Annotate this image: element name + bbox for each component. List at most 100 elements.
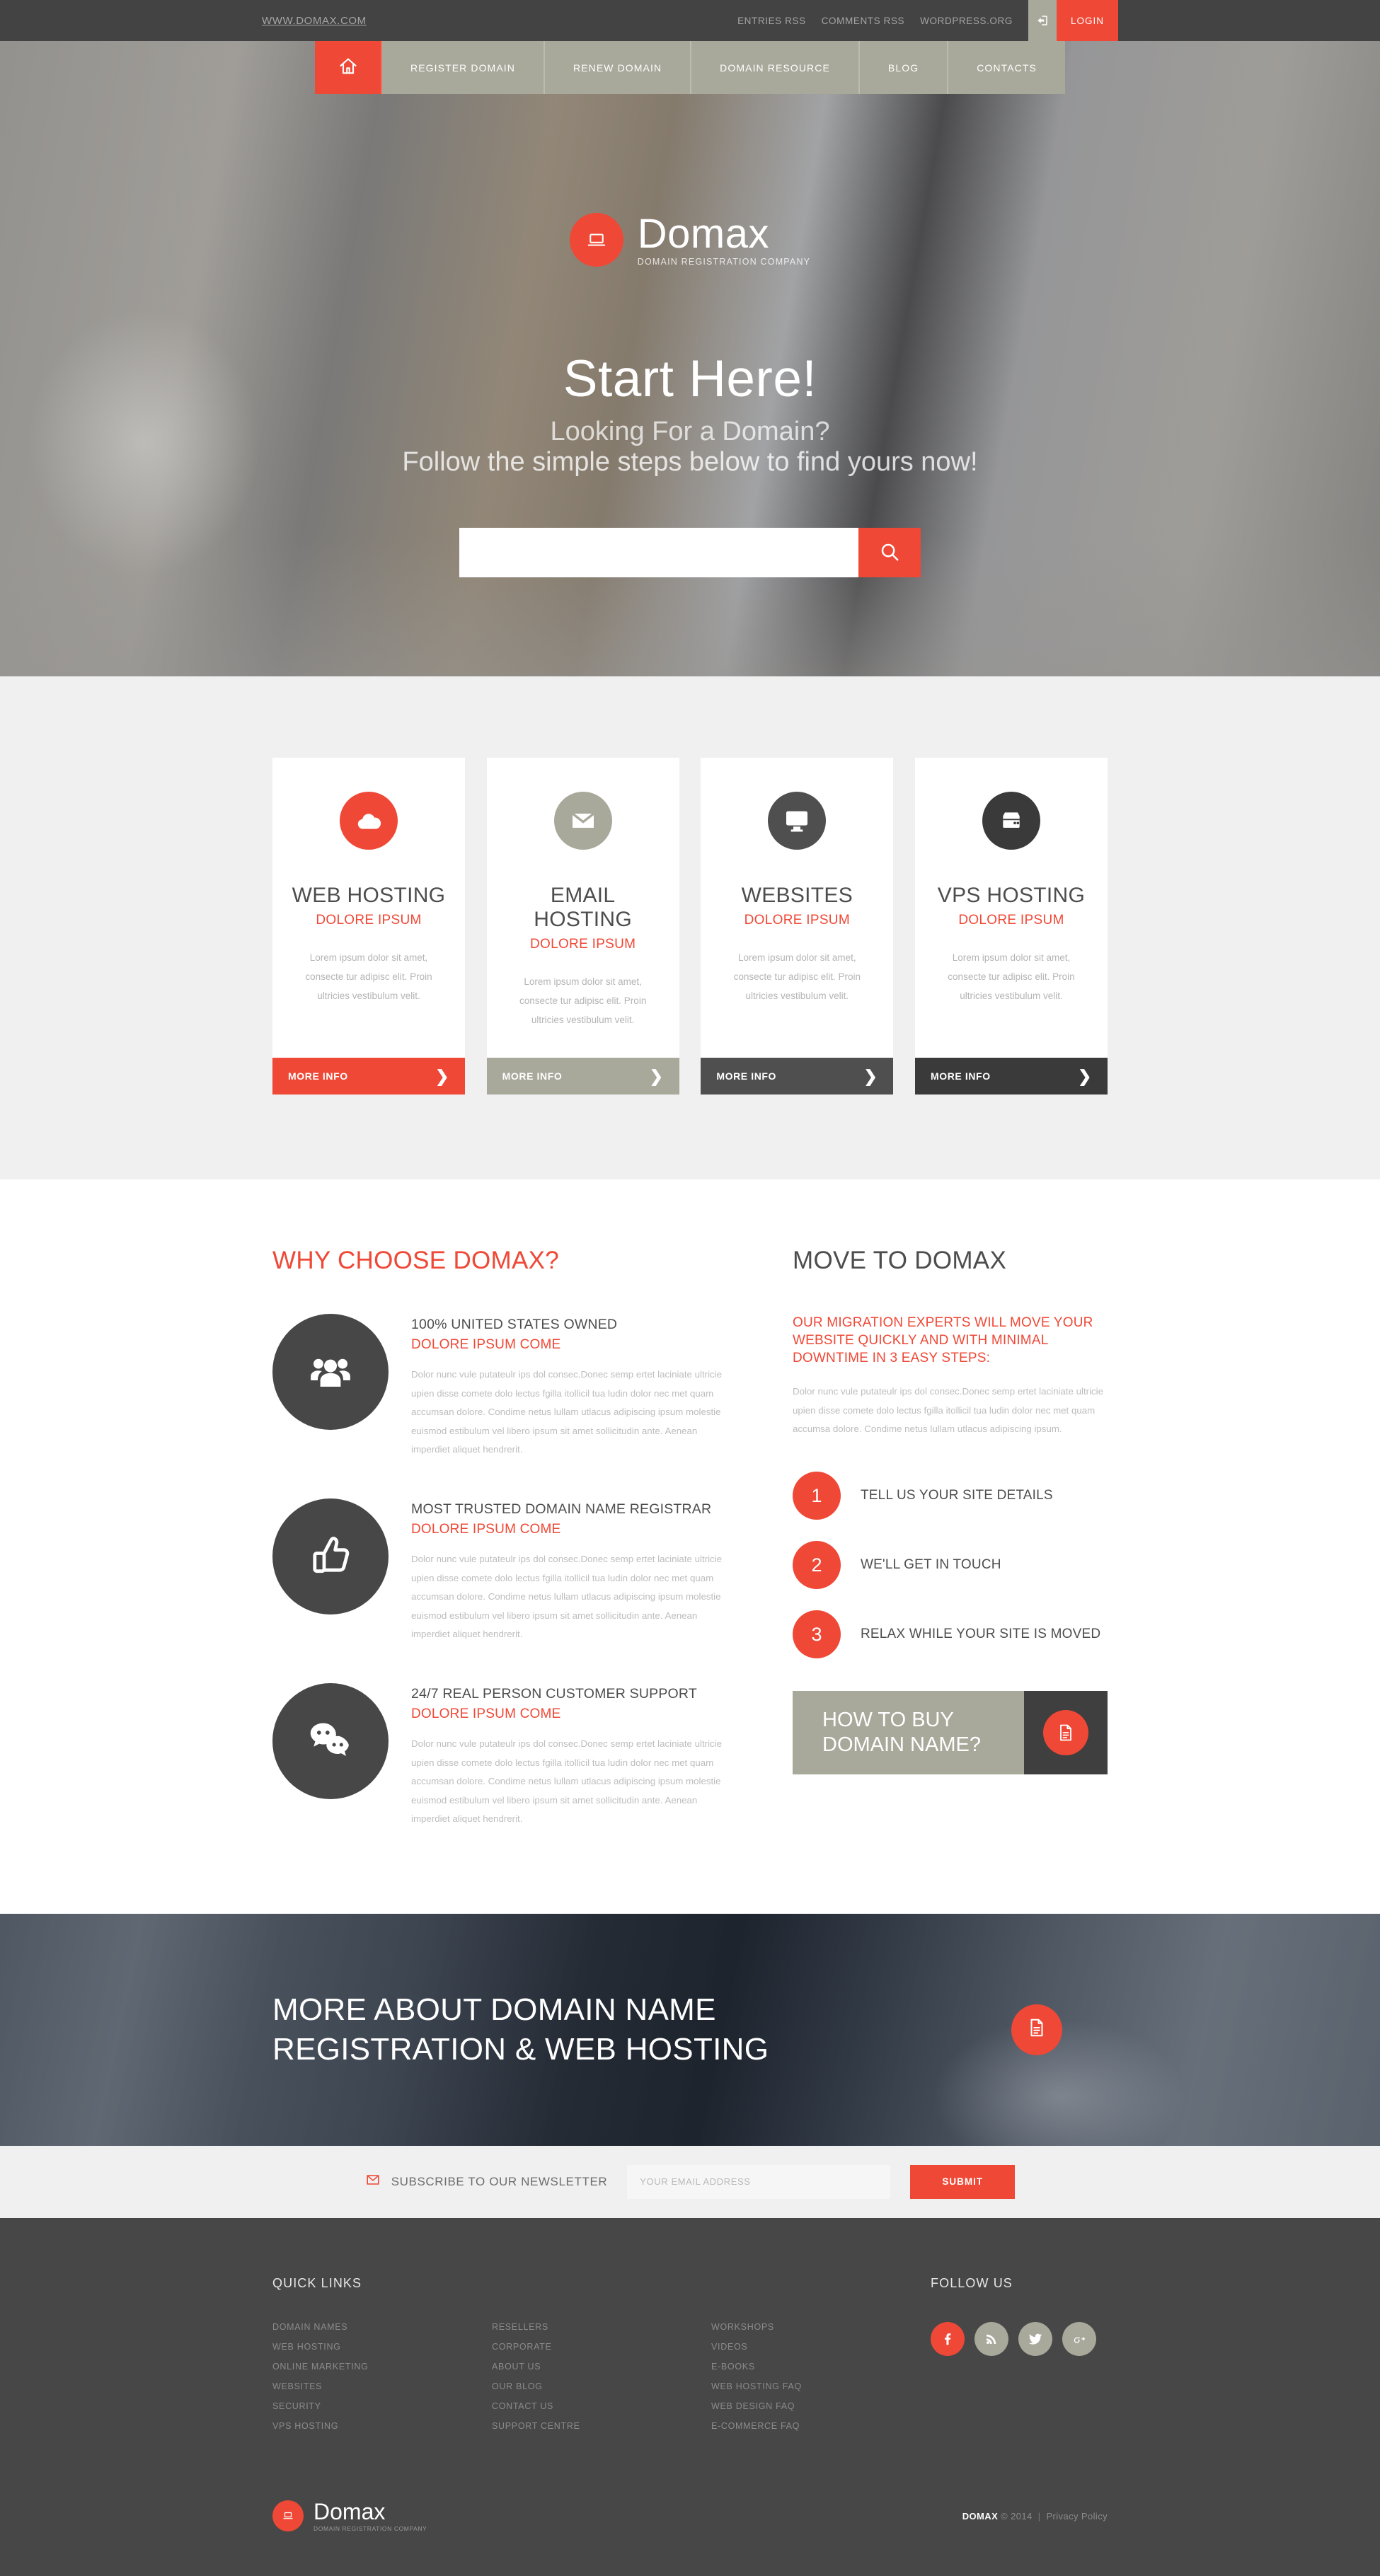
why-feature-title: MOST TRUSTED DOMAIN NAME REGISTRAR <box>411 1501 712 1517</box>
twitter-icon[interactable] <box>1018 2321 1052 2356</box>
quick-links-heading: QUICK LINKS <box>272 2275 362 2290</box>
why-feature-text: Dolor nunc vule putateulr ips dol consec… <box>411 1369 723 1455</box>
nav-item-blog[interactable]: BLOG <box>859 41 949 94</box>
service-card-email-hosting[interactable]: EMAIL HOSTING DOLORE IPSUM Lorem ipsum d… <box>486 758 679 1094</box>
privacy-policy-link[interactable]: Privacy Policy <box>1046 2511 1108 2522</box>
site-url-link[interactable]: WWW.DOMAX.COM <box>262 15 367 27</box>
copyright-year: © 2014 <box>1001 2510 1033 2522</box>
nav-item-domain-resource[interactable]: DOMAIN RESOURCE <box>691 41 860 94</box>
chevron-right-icon: ❯ <box>649 1066 664 1085</box>
footer-link[interactable]: WORKSHOPS <box>711 2322 931 2332</box>
move-lead-text: OUR MIGRATION EXPERTS WILL MOVE YOUR WEB… <box>793 1315 1093 1366</box>
step-number: 1 <box>793 1472 841 1520</box>
hero-logo[interactable]: Domax DOMAIN REGISTRATION COMPANY <box>0 213 1380 267</box>
footer-link[interactable]: SUPPORT CENTRE <box>492 2421 711 2431</box>
wordpress-org-link[interactable]: WORDPRESS.ORG <box>920 16 1013 26</box>
users-group-icon <box>272 1314 389 1430</box>
nav-item-contacts[interactable]: CONTACTS <box>948 41 1065 94</box>
how-to-buy-action[interactable] <box>1024 1691 1108 1775</box>
service-subtitle: DOLORE IPSUM <box>530 937 636 952</box>
copyright-brand: DOMAX <box>962 2510 999 2522</box>
chevron-right-icon: ❯ <box>1078 1066 1092 1085</box>
copyright: DOMAX © 2014 | Privacy Policy <box>962 2511 1108 2522</box>
newsletter-email-input[interactable] <box>627 2164 891 2199</box>
move-to-domax-column: MOVE TO DOMAX OUR MIGRATION EXPERTS WILL… <box>793 1247 1108 1829</box>
newsletter-label: SUBSCRIBE TO OUR NEWSLETTER <box>365 2172 608 2191</box>
server-icon <box>982 792 1040 850</box>
nav-item-register-domain[interactable]: REGISTER DOMAIN <box>382 41 545 94</box>
why-feature-subtitle: DOLORE IPSUM COME <box>411 1706 561 1721</box>
service-more-info-button[interactable]: MORE INFO ❯ <box>914 1058 1108 1094</box>
footer-quick-links: QUICK LINKS DOMAIN NAMES WEB HOSTING ONL… <box>272 2276 931 2441</box>
document-icon <box>1026 2017 1047 2042</box>
footer-logo-tagline: DOMAIN REGISTRATION COMPANY <box>314 2524 427 2532</box>
footer-link[interactable]: VIDEOS <box>711 2342 931 2352</box>
footer-link[interactable]: SECURITY <box>272 2401 492 2411</box>
service-text: Lorem ipsum dolor sit amet, consecte tur… <box>948 952 1075 1001</box>
comments-rss-link[interactable]: COMMENTS RSS <box>822 16 904 26</box>
service-card-vps-hosting[interactable]: VPS HOSTING DOLORE IPSUM Lorem ipsum dol… <box>914 758 1108 1094</box>
why-move-section: WHY CHOOSE DOMAX? 100% UNITED STATES OWN… <box>0 1179 1380 1914</box>
service-card-web-hosting[interactable]: WEB HOSTING DOLORE IPSUM Lorem ipsum dol… <box>272 758 465 1094</box>
footer-link[interactable]: WEBSITES <box>272 2381 492 2391</box>
service-more-info-button[interactable]: MORE INFO ❯ <box>701 1058 894 1094</box>
nav-item-home[interactable] <box>315 41 382 94</box>
service-card-websites[interactable]: WEBSITES DOLORE IPSUM Lorem ipsum dolor … <box>701 758 894 1094</box>
follow-us-heading: FOLLOW US <box>931 2275 1013 2290</box>
services-section: WEB HOSTING DOLORE IPSUM Lorem ipsum dol… <box>0 676 1380 1179</box>
facebook-icon[interactable] <box>931 2321 965 2356</box>
hero-heading: Start Here! <box>563 350 817 408</box>
footer-link[interactable]: E-BOOKS <box>711 2362 931 2372</box>
google-plus-icon[interactable] <box>1062 2321 1096 2356</box>
footer-link[interactable]: WEB HOSTING <box>272 2342 492 2352</box>
how-to-buy-line-1: HOW TO BUY <box>822 1708 954 1731</box>
footer-link[interactable]: WEB DESIGN FAQ <box>711 2401 931 2411</box>
footer-link[interactable]: ABOUT US <box>492 2362 711 2372</box>
search-button[interactable] <box>858 528 921 577</box>
hero-subheading-1: Looking For a Domain? <box>550 416 830 446</box>
why-choose-title: WHY CHOOSE DOMAX? <box>272 1247 560 1274</box>
footer-link[interactable]: RESELLERS <box>492 2322 711 2332</box>
service-subtitle: DOLORE IPSUM <box>316 913 422 928</box>
nav-item-renew-domain[interactable]: RENEW DOMAIN <box>544 41 692 94</box>
footer-link[interactable]: ONLINE MARKETING <box>272 2362 492 2372</box>
step-number: 3 <box>793 1610 841 1659</box>
footer-link[interactable]: DOMAIN NAMES <box>272 2322 492 2332</box>
why-feature-item: 24/7 REAL PERSON CUSTOMER SUPPORT DOLORE… <box>272 1682 725 1829</box>
banner-document-button[interactable] <box>1011 2004 1062 2055</box>
more-about-banner: MORE ABOUT DOMAIN NAME REGISTRATION & WE… <box>0 1913 1380 2146</box>
chevron-right-icon: ❯ <box>863 1066 878 1085</box>
footer-link[interactable]: VPS HOSTING <box>272 2421 492 2431</box>
footer-link[interactable]: CONTACT US <box>492 2401 711 2411</box>
login-button[interactable]: LOGIN <box>1056 0 1118 41</box>
search-input[interactable] <box>459 528 858 577</box>
service-title: VPS HOSTING <box>937 884 1086 907</box>
service-button-label: MORE INFO <box>716 1070 777 1082</box>
envelope-icon <box>553 792 612 850</box>
service-text: Lorem ipsum dolor sit amet, consecte tur… <box>733 952 861 1001</box>
service-more-info-button[interactable]: MORE INFO ❯ <box>272 1058 465 1094</box>
entries-rss-link[interactable]: ENTRIES RSS <box>737 16 806 26</box>
banner-line-2: REGISTRATION & WEB HOSTING <box>272 2031 769 2067</box>
cloud-icon <box>340 792 398 850</box>
how-to-buy-banner[interactable]: HOW TO BUY DOMAIN NAME? <box>793 1691 1108 1775</box>
login-arrow-icon[interactable] <box>1028 0 1057 41</box>
rss-icon[interactable] <box>974 2321 1008 2356</box>
top-bar-links: ENTRIES RSS COMMENTS RSS WORDPRESS.ORG <box>737 16 1013 26</box>
footer-logo-name: Domax <box>314 2498 386 2524</box>
site-footer: QUICK LINKS DOMAIN NAMES WEB HOSTING ONL… <box>0 2217 1380 2576</box>
footer-logo[interactable]: Domax DOMAIN REGISTRATION COMPANY <box>272 2500 427 2532</box>
footer-link[interactable]: E-COMMERCE FAQ <box>711 2421 931 2431</box>
page-root: WWW.DOMAX.COM ENTRIES RSS COMMENTS RSS W… <box>0 0 1380 2576</box>
hero-section: REGISTER DOMAIN RENEW DOMAIN DOMAIN RESO… <box>0 41 1380 676</box>
footer-link[interactable]: WEB HOSTING FAQ <box>711 2381 931 2391</box>
thumbs-up-icon <box>272 1498 389 1615</box>
quick-links-column: WORKSHOPS VIDEOS E-BOOKS WEB HOSTING FAQ… <box>711 2322 931 2441</box>
move-title: MOVE TO DOMAX <box>793 1247 1007 1274</box>
footer-link[interactable]: CORPORATE <box>492 2342 711 2352</box>
laptop-icon <box>272 2500 304 2532</box>
domain-search <box>0 528 1380 577</box>
newsletter-submit-button[interactable]: SUBMIT <box>910 2164 1016 2199</box>
footer-link[interactable]: OUR BLOG <box>492 2381 711 2391</box>
service-more-info-button[interactable]: MORE INFO ❯ <box>486 1058 679 1094</box>
